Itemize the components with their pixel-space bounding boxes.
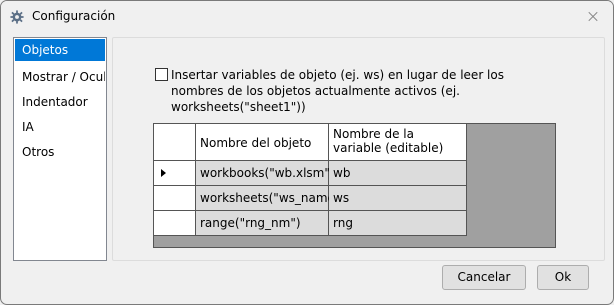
settings-category-list[interactable]: Objetos Mostrar / Ocultar Indentador IA … [13,37,107,261]
column-header-variable-name[interactable]: Nombre de la variable (editable) [329,124,467,161]
nav-item-indentador[interactable]: Indentador [15,91,105,113]
row-header-current[interactable] [154,161,196,186]
use-object-variables-label[interactable]: Insertar variables de objeto (ej. ws) en… [171,67,541,115]
grid-cell-variable[interactable]: rng [329,211,467,236]
nav-item-objetos[interactable]: Objetos [15,39,105,61]
title-bar: Configuración [1,1,613,33]
close-icon[interactable] [579,5,607,29]
column-header-object-name-label: Nombre del objeto [200,136,312,150]
window-title: Configuración [32,9,116,23]
gear-icon [10,10,24,24]
grid-cell-object[interactable]: worksheets("ws_name") [196,186,345,211]
nav-item-ia[interactable]: IA [15,116,105,138]
grid-cell-variable[interactable]: wb [329,161,467,186]
column-header-object-name[interactable]: Nombre del objeto [196,124,329,161]
grid-cell-variable-text: wb [333,166,351,180]
use-object-variables-checkbox[interactable] [155,68,168,81]
grid-cell-object[interactable]: range("rng_nm") [196,211,329,236]
column-header-variable-name-label: Nombre de la variable (editable) [333,127,444,155]
grid-cell-variable-text: rng [333,216,353,230]
grid-cell-object-text: range("rng_nm") [200,216,301,230]
cancel-button[interactable]: Cancelar [442,265,526,290]
grid-corner-header [154,124,196,161]
grid-cell-variable[interactable]: ws [329,186,467,211]
nav-item-mostrar-ocultar[interactable]: Mostrar / Ocultar [15,66,105,88]
object-variables-grid[interactable]: Nombre del objeto Nombre de la variable … [153,123,556,248]
grid-cell-variable-text: ws [333,191,350,205]
row-header[interactable] [154,186,196,211]
grid-cell-object-text: worksheets("ws_name") [200,191,346,205]
grid-cell-object[interactable]: workbooks("wb.xlsm") [196,161,335,186]
grid-cell-object-text: workbooks("wb.xlsm") [200,166,335,180]
nav-item-otros[interactable]: Otros [15,141,105,163]
settings-dialog: Configuración Objetos Mostrar / Ocultar … [0,0,614,305]
row-header[interactable] [154,211,196,236]
ok-button[interactable]: Ok [537,265,589,290]
current-row-arrow-icon [161,169,166,177]
